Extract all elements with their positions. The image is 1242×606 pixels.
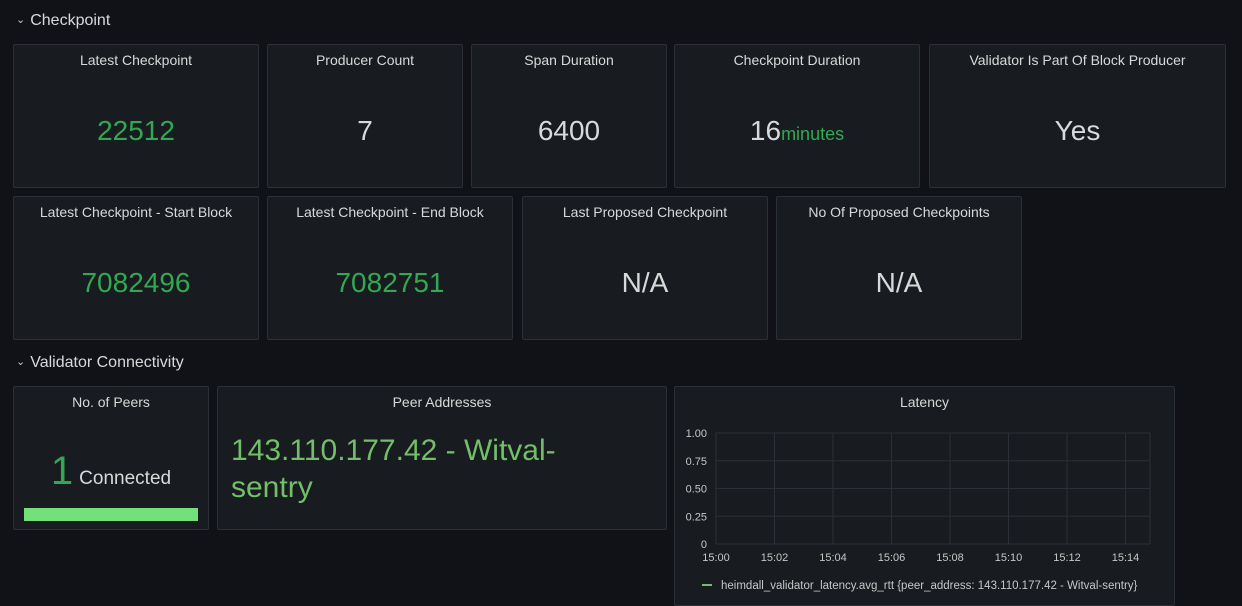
panel-last-proposed[interactable]: Last Proposed Checkpoint N/A (522, 196, 768, 340)
panel-producer-count[interactable]: Producer Count 7 (267, 44, 463, 188)
x-tick-label: 15:00 (702, 552, 730, 564)
panel-title: Checkpoint Duration (733, 52, 861, 68)
stat-value: 6400 (537, 115, 601, 146)
panel-title: No Of Proposed Checkpoints (808, 204, 990, 220)
x-tick-label: 15:06 (878, 552, 906, 564)
peer-gauge-bar (24, 508, 198, 521)
peer-gauge-fill (24, 508, 198, 521)
panel-title: Latest Checkpoint - End Block (296, 204, 484, 220)
peer-unit: Connected (79, 468, 172, 489)
panel-title: Producer Count (315, 52, 415, 68)
x-tick-label: 15:12 (1053, 552, 1081, 564)
panel-peers[interactable]: No. of Peers 1 Connected (13, 386, 209, 530)
panel-title: No. of Peers (72, 394, 150, 410)
stat-value: 7 (357, 115, 373, 146)
row-checkpoint-title: Checkpoint (30, 12, 111, 29)
panel-title: Latest Checkpoint (79, 52, 193, 68)
stat-number: 16 (749, 115, 782, 146)
y-tick-label: 0.75 (686, 456, 707, 468)
x-tick-label: 15:04 (819, 552, 847, 564)
stat-value: 16minutes (675, 115, 919, 147)
panel-peer-addresses[interactable]: Peer Addresses 143.110.177.42 - Witval-s… (217, 386, 667, 530)
panel-validator-block-producer[interactable]: Validator Is Part Of Block Producer Yes (929, 44, 1226, 188)
legend-label: heimdall_validator_latency.avg_rtt {peer… (721, 580, 1138, 592)
x-tick-label: 15:08 (936, 552, 964, 564)
panel-span-duration[interactable]: Span Duration 6400 (471, 44, 667, 188)
panel-latest-checkpoint[interactable]: Latest Checkpoint 22512 (13, 44, 259, 188)
y-tick-label: 0 (701, 539, 707, 551)
peer-count: 1 (50, 449, 74, 493)
stat-value: 22512 (97, 115, 175, 146)
panel-latency[interactable]: Latency 1.00 0.75 0.50 0.25 0 15:00 15:02 15:04… (674, 386, 1175, 606)
row-validator-connectivity[interactable]: ⌄ Validator Connectivity (16, 354, 184, 372)
row-checkpoint[interactable]: ⌄ Checkpoint (16, 12, 110, 30)
y-tick-label: 1.00 (686, 428, 707, 440)
x-tick-label: 15:10 (995, 552, 1023, 564)
panel-end-block[interactable]: Latest Checkpoint - End Block 7082751 (267, 196, 513, 340)
stat-value: N/A (875, 267, 923, 298)
chevron-down-icon: ⌄ (16, 356, 26, 368)
row-connectivity-title: Validator Connectivity (30, 354, 184, 371)
latency-chart[interactable]: 1.00 0.75 0.50 0.25 015:00 15:02 15:04 15:06 15:… (675, 387, 1174, 602)
stat-value: N/A (621, 267, 669, 298)
peer-address-value: 143.110.177.42 - Witval-sentry (231, 434, 556, 504)
stat-value: 1 Connected (14, 449, 208, 494)
panel-title: Peer Addresses (392, 394, 492, 410)
x-tick-label: 15:02 (761, 552, 789, 564)
stat-value: Yes (1054, 115, 1101, 146)
chevron-down-icon: ⌄ (16, 14, 26, 26)
panel-title: Latest Checkpoint - Start Block (39, 204, 233, 220)
stat-unit: minutes (781, 124, 845, 144)
panel-checkpoint-duration[interactable]: Checkpoint Duration 16minutes (674, 44, 920, 188)
x-tick-label: 15:14 (1112, 552, 1140, 564)
panel-title: Span Duration (524, 52, 614, 68)
panel-title: Validator Is Part Of Block Producer (969, 52, 1186, 68)
panel-no-proposed[interactable]: No Of Proposed Checkpoints N/A (776, 196, 1022, 340)
stat-value: 7082496 (81, 267, 191, 298)
panel-start-block[interactable]: Latest Checkpoint - Start Block 7082496 (13, 196, 259, 340)
y-tick-label: 0.50 (686, 484, 707, 496)
stat-value: 7082751 (335, 267, 445, 298)
y-tick-label: 0.25 (686, 511, 707, 523)
panel-title: Last Proposed Checkpoint (562, 204, 728, 220)
